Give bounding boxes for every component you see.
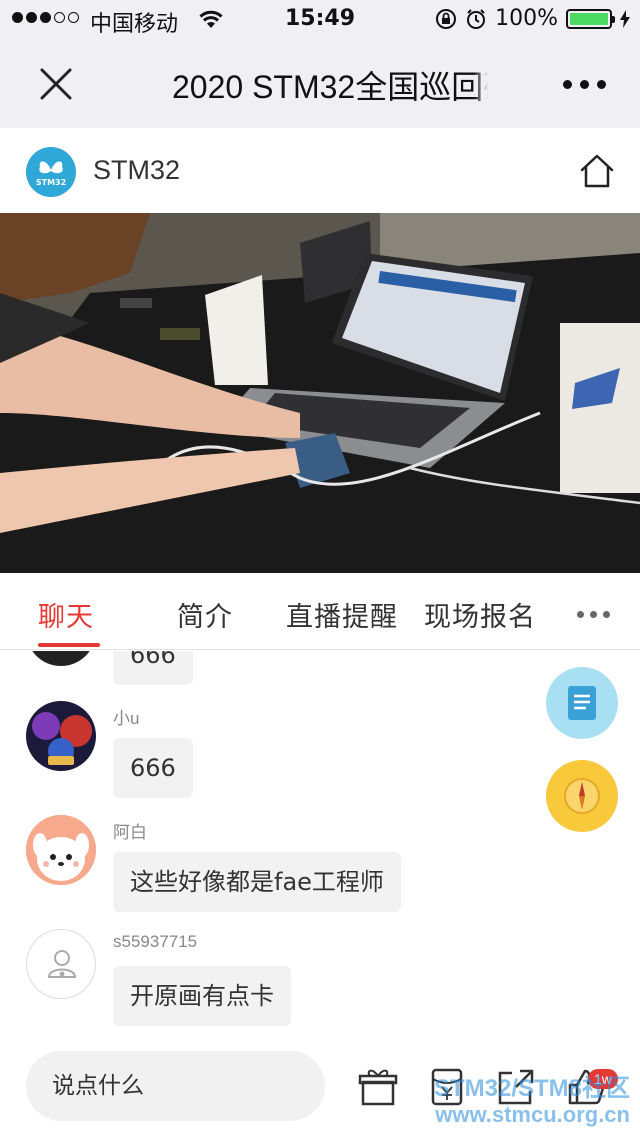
compass-icon [564,778,600,814]
close-icon[interactable] [36,64,76,104]
alarm-icon [467,8,486,29]
home-icon[interactable] [578,152,616,190]
live-video-player[interactable] [0,213,640,573]
message-bubble: 开原画有点卡 [113,966,291,1026]
watermark-line1: STM32/STM8社区 [433,1075,630,1102]
comment-input[interactable] [26,1051,325,1121]
gift-icon[interactable] [358,1067,398,1107]
battery-icon [566,8,615,29]
watermark-line2: www.stmcu.org.cn [435,1102,630,1127]
game-avatar-image [26,701,96,771]
document-icon [568,686,596,720]
document-button[interactable] [546,667,618,739]
message-bubble: 666 [113,738,193,798]
tab-intro[interactable]: 简介 [177,595,233,634]
tab-live-reminder[interactable]: 直播提醒 [286,595,398,634]
channel-name[interactable]: STM32 [93,155,180,186]
cartoon-dog-avatar [26,815,96,885]
page-title: 2020 STM32全国巡回研讨会 [172,62,488,108]
butterfly-icon [39,160,63,173]
more-tabs-icon[interactable] [577,611,610,618]
tab-onsite-registration[interactable]: 现场报名 [424,595,536,634]
rotation-lock-icon [436,8,457,29]
channel-header: STM32 STM32 [0,128,640,213]
video-frame [0,213,640,573]
tab-chat[interactable]: 聊天 [38,595,94,634]
default-user-icon [47,950,77,978]
message-bubble: 这些好像都是fae工程师 [113,852,401,912]
logo-text: STM32 [35,177,67,187]
user-avatar[interactable] [26,815,96,885]
user-avatar[interactable] [26,929,96,999]
chat-list[interactable]: 666 小u 666 阿白 这些好像都是fae工程师 s55937715 开原画… [0,651,640,1041]
user-avatar [26,651,96,666]
channel-logo[interactable]: STM32 [26,147,76,197]
message-bubble: 666 [113,651,193,685]
charging-icon [620,9,630,28]
more-options-icon[interactable] [563,80,606,89]
tab-bar: 聊天 简介 直播提醒 现场报名 [0,573,640,650]
active-tab-indicator [38,643,100,647]
watermark: STM32/STM8社区 www.stmcu.org.cn [434,1076,630,1128]
status-bar: 中国移动 15:49 100% [0,0,640,40]
message-username: s55937715 [113,932,198,951]
message-username: 阿白 [113,823,147,842]
nav-bar: 2020 STM32全国巡回研讨会 [0,40,640,128]
user-avatar[interactable] [26,701,96,771]
message-username: 小u [113,709,140,728]
compass-button[interactable] [546,760,618,832]
battery-percent: 100% [495,6,558,31]
